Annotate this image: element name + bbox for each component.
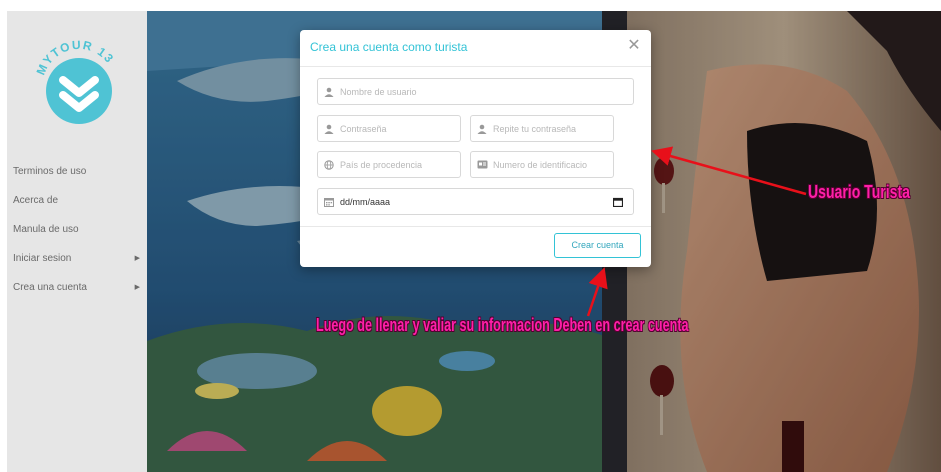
annotation-arrows xyxy=(586,146,807,317)
annotation-instruction: Luego de llenar y valiar su informacion … xyxy=(316,315,689,335)
arrow-to-modal xyxy=(651,146,807,196)
arrow-to-create-button xyxy=(586,267,608,317)
annotation-usuario-turista: Usuario Turista xyxy=(808,182,910,202)
